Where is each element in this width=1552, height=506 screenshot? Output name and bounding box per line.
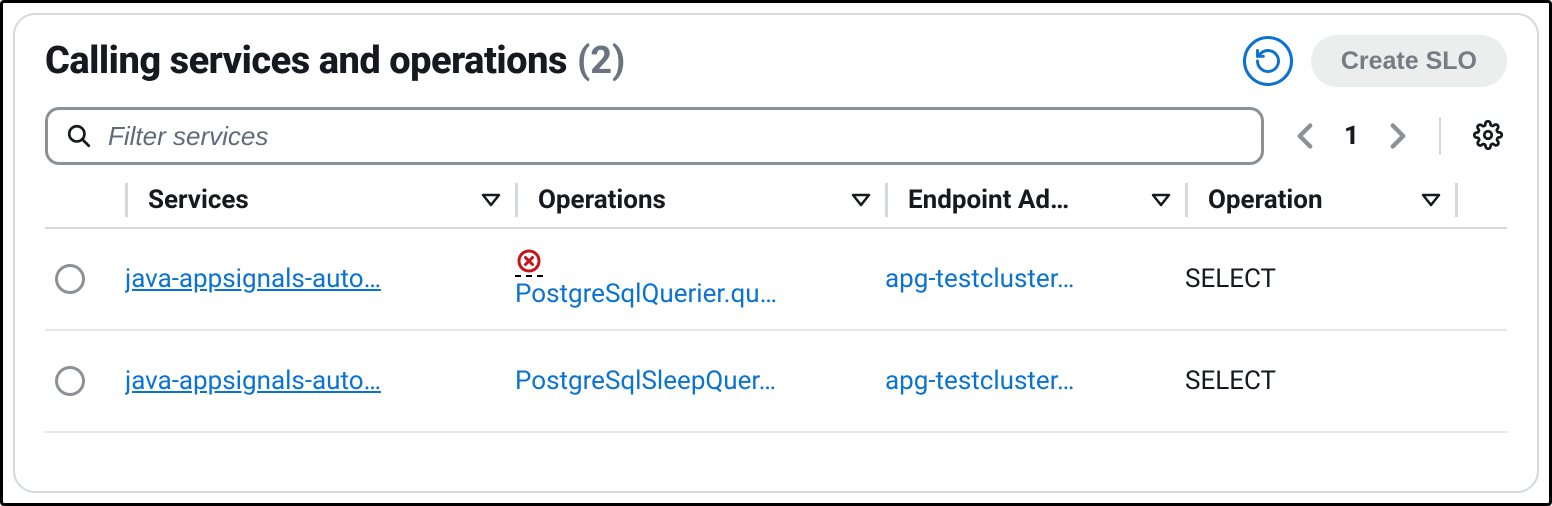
th-endpoint[interactable]: Endpoint Ad…	[885, 183, 1185, 217]
row-radio[interactable]	[55, 366, 85, 396]
window-frame: Calling services and operations (2) Crea…	[0, 0, 1552, 506]
gear-icon	[1473, 120, 1503, 150]
panel-count: (2)	[577, 39, 625, 83]
sort-icon	[481, 192, 501, 208]
operation-value: SELECT	[1185, 366, 1276, 396]
table-row: java-appsignals-auto… PostgreSqlSleepQue…	[45, 331, 1507, 433]
th-endpoint-label: Endpoint Ad…	[908, 185, 1069, 215]
operation-link[interactable]: PostgreSqlSleepQuer…	[515, 366, 776, 396]
controls-row: 1	[45, 107, 1507, 165]
header-actions: Create SLO	[1243, 35, 1507, 87]
sort-icon	[1151, 192, 1171, 208]
th-services-label: Services	[148, 185, 249, 215]
operation-value: SELECT	[1185, 264, 1276, 294]
prev-page-button[interactable]	[1292, 118, 1318, 154]
search-icon	[66, 123, 92, 149]
column-divider	[1185, 183, 1188, 217]
sort-icon	[1421, 192, 1441, 208]
panel-title-wrap: Calling services and operations (2)	[45, 39, 625, 83]
refresh-icon	[1254, 47, 1282, 75]
column-divider	[125, 183, 128, 217]
pagination: 1	[1292, 118, 1411, 154]
chevron-left-icon	[1296, 122, 1314, 150]
operation-link[interactable]: PostgreSqlQuerier.qu…	[515, 279, 777, 309]
row-radio[interactable]	[55, 264, 85, 294]
create-slo-button[interactable]: Create SLO	[1311, 35, 1507, 87]
th-services[interactable]: Services	[125, 183, 515, 217]
sort-icon	[851, 192, 871, 208]
panel-title: Calling services and operations	[45, 39, 567, 83]
refresh-button[interactable]	[1243, 36, 1293, 86]
endpoint-link[interactable]: apg-testcluster…	[885, 366, 1074, 396]
column-divider	[515, 183, 518, 217]
next-page-button[interactable]	[1385, 118, 1411, 154]
column-divider	[885, 183, 888, 217]
th-operations[interactable]: Operations	[515, 183, 885, 217]
error-circle-icon	[517, 249, 541, 273]
th-operation-label: Operation	[1208, 185, 1323, 215]
table-row: java-appsignals-auto… PostgreSqlQuerier.…	[45, 229, 1507, 331]
filter-search[interactable]	[45, 107, 1264, 165]
table-header: Services Operations Endpoi	[45, 183, 1507, 229]
column-divider	[1455, 183, 1458, 217]
filter-input[interactable]	[106, 120, 1243, 153]
service-link[interactable]: java-appsignals-auto…	[125, 264, 381, 294]
panel-header: Calling services and operations (2) Crea…	[45, 35, 1507, 87]
divider	[1439, 117, 1441, 155]
th-operation[interactable]: Operation	[1185, 183, 1455, 217]
service-link[interactable]: java-appsignals-auto…	[125, 366, 381, 396]
chevron-right-icon	[1389, 122, 1407, 150]
th-operations-label: Operations	[538, 185, 666, 215]
settings-button[interactable]	[1469, 116, 1507, 157]
endpoint-link[interactable]: apg-testcluster…	[885, 264, 1074, 294]
error-status-icon[interactable]	[515, 249, 543, 277]
page-number: 1	[1338, 121, 1365, 151]
calling-services-panel: Calling services and operations (2) Crea…	[13, 13, 1539, 493]
